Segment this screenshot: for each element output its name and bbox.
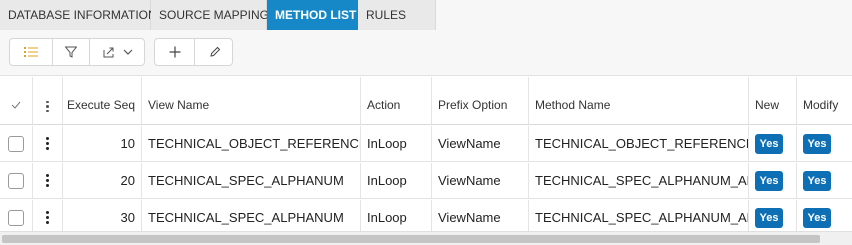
header-actions-menu[interactable]: [33, 77, 63, 124]
cell-view-name: TECHNICAL_SPEC_ALPHANUM: [142, 163, 361, 198]
row-checkbox-cell: [0, 163, 33, 198]
header-new[interactable]: New: [749, 77, 797, 124]
cell-action: InLoop: [361, 163, 432, 198]
modify-yes-badge: Yes: [803, 207, 831, 228]
cell-method-name: TECHNICAL_SPEC_ALPHANUM_API: [529, 163, 749, 198]
toolbar-group-view: [9, 38, 145, 66]
cell-view-name: TECHNICAL_SPEC_ALPHANUM: [142, 200, 361, 235]
toolbar-group-edit: [154, 38, 233, 66]
export-dropdown-button[interactable]: [90, 39, 145, 65]
cell-action: InLoop: [361, 126, 432, 161]
cell-modify: Yes: [797, 126, 852, 161]
checkmark-icon: [11, 98, 21, 112]
kebab-menu-icon: [46, 137, 49, 150]
tab-database-information[interactable]: DATABASE INFORMATION: [0, 0, 157, 30]
plus-icon: [169, 46, 181, 58]
modify-yes-badge: Yes: [803, 133, 831, 154]
row-checkbox[interactable]: [8, 209, 24, 226]
row-menu-button[interactable]: [33, 163, 63, 198]
row-menu-button[interactable]: [33, 200, 63, 235]
row-checkbox[interactable]: [8, 172, 24, 189]
cell-new: Yes: [749, 200, 797, 235]
new-yes-badge: Yes: [755, 207, 783, 228]
cell-action: InLoop: [361, 200, 432, 235]
tab-bar: DATABASE INFORMATION SOURCE MAPPING METH…: [0, 0, 852, 30]
row-checkbox[interactable]: [8, 135, 24, 152]
row-checkbox-cell: [0, 126, 33, 161]
chevron-down-icon: [123, 49, 133, 55]
header-execute-seq[interactable]: Execute Seq: [63, 77, 142, 124]
cell-method-name: TECHNICAL_SPEC_ALPHANUM_API: [529, 200, 749, 235]
tab-rules[interactable]: RULES: [358, 0, 436, 30]
cell-method-name: TECHNICAL_OBJECT_REFERENCE...: [529, 126, 749, 161]
new-yes-badge: Yes: [755, 170, 783, 191]
cell-prefix-option: ViewName: [432, 163, 529, 198]
cell-execute-seq: 30: [63, 200, 142, 235]
cell-prefix-option: ViewName: [432, 200, 529, 235]
table-row[interactable]: 10 TECHNICAL_OBJECT_REFERENCE InLoop Vie…: [0, 126, 852, 162]
table-row[interactable]: 20 TECHNICAL_SPEC_ALPHANUM InLoop ViewNa…: [0, 163, 852, 199]
kebab-menu-icon: [46, 174, 49, 187]
header-action[interactable]: Action: [361, 77, 432, 124]
cell-execute-seq: 20: [63, 163, 142, 198]
cell-execute-seq: 10: [63, 126, 142, 161]
cell-new: Yes: [749, 126, 797, 161]
scrollbar-thumb[interactable]: [2, 235, 820, 243]
tab-bar-filler: [436, 0, 852, 30]
horizontal-scrollbar[interactable]: [0, 231, 852, 245]
add-button[interactable]: [155, 39, 194, 65]
cell-new: Yes: [749, 163, 797, 198]
export-icon: [103, 46, 115, 58]
header-view-name[interactable]: View Name: [142, 77, 361, 124]
kebab-menu-icon: [46, 211, 49, 224]
grid-header: Execute Seq View Name Action Prefix Opti…: [0, 77, 852, 125]
header-method-name[interactable]: Method Name: [529, 77, 749, 124]
method-list-grid: Execute Seq View Name Action Prefix Opti…: [0, 77, 852, 236]
header-prefix-option[interactable]: Prefix Option: [432, 77, 529, 124]
header-select-all[interactable]: [0, 77, 33, 124]
row-checkbox-cell: [0, 200, 33, 235]
kebab-menu-icon: [46, 100, 49, 112]
pencil-icon: [209, 46, 221, 58]
tab-method-list[interactable]: METHOD LIST: [267, 0, 358, 30]
modify-yes-badge: Yes: [803, 170, 831, 191]
new-yes-badge: Yes: [755, 133, 783, 154]
tab-source-mapping[interactable]: SOURCE MAPPING: [151, 0, 269, 30]
list-view-button[interactable]: [10, 39, 52, 65]
cell-prefix-option: ViewName: [432, 126, 529, 161]
toolbar: [0, 30, 852, 76]
row-menu-button[interactable]: [33, 126, 63, 161]
cell-view-name: TECHNICAL_OBJECT_REFERENCE: [142, 126, 361, 161]
header-modify[interactable]: Modify: [797, 77, 852, 124]
cell-modify: Yes: [797, 200, 852, 235]
filter-icon: [65, 46, 77, 58]
cell-modify: Yes: [797, 163, 852, 198]
edit-button[interactable]: [195, 39, 234, 65]
list-icon: [24, 46, 38, 58]
filter-button[interactable]: [53, 39, 89, 65]
